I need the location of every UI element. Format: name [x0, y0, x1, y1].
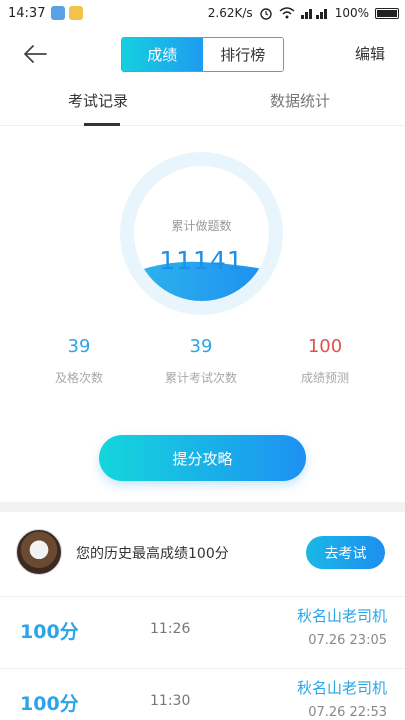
- stat-value: 39: [67, 336, 91, 357]
- alarm-icon: [259, 8, 272, 20]
- back-arrow-icon[interactable]: [20, 39, 50, 69]
- wifi-icon: [279, 7, 295, 19]
- signal-icon: [300, 9, 327, 19]
- battery-icon: [375, 7, 399, 19]
- notification-shield-icon: [51, 6, 66, 20]
- battery-percent: 100%: [334, 6, 369, 20]
- stat-pass-count: 39 及格次数: [24, 336, 134, 386]
- improve-strategy-button[interactable]: 提分攻略: [99, 435, 306, 481]
- summary-card: 累计做题数 11141 39 及格次数 39 累计考试次数 100 成绩预测 提…: [0, 127, 405, 502]
- tab-exam-records[interactable]: 考试记录: [68, 90, 128, 111]
- list-item[interactable]: 100分 11:26 秋名山老司机 07.26 23:05: [0, 596, 405, 668]
- stat-value: 100: [307, 336, 343, 357]
- stat-value: 39: [189, 336, 213, 357]
- edit-button[interactable]: 编辑: [355, 43, 385, 64]
- tab-data-statistics[interactable]: 数据统计: [270, 90, 330, 111]
- record-score: 100分: [20, 693, 79, 715]
- section-divider: [0, 502, 405, 512]
- status-time: 14:37: [8, 5, 46, 21]
- notification-app-icon: [69, 6, 84, 20]
- avatar[interactable]: [16, 529, 62, 575]
- tab-bar: 考试记录 数据统计: [0, 82, 405, 126]
- total-questions-label: 累计做题数: [171, 219, 232, 233]
- stat-exam-count: 39 累计考试次数: [146, 336, 256, 386]
- record-user-name: 秋名山老司机: [296, 679, 387, 697]
- best-score-text: 您的历史最高成绩100分: [76, 546, 229, 562]
- segment-scores[interactable]: 成绩: [122, 38, 203, 71]
- record-date: 07.26 22:53: [308, 705, 387, 720]
- segment-control: 成绩 排行榜: [121, 37, 284, 72]
- nav-bar: 成绩 排行榜 编辑: [0, 26, 405, 82]
- stat-score-prediction: 100 成绩预测: [270, 336, 380, 386]
- take-exam-button[interactable]: 去考试: [306, 536, 385, 569]
- stat-label: 及格次数: [54, 371, 103, 385]
- record-score: 100分: [20, 621, 79, 643]
- stat-label: 成绩预测: [300, 371, 349, 385]
- progress-circle: 累计做题数 11141: [120, 152, 283, 315]
- total-questions-value: 11141: [159, 246, 244, 275]
- status-bar: 14:37 2.62K/s 100%: [0, 0, 405, 26]
- record-duration: 11:30: [150, 693, 191, 709]
- network-speed: 2.62K/s: [207, 6, 253, 20]
- list-item[interactable]: 100分 11:30 秋名山老司机 07.26 22:53: [0, 668, 405, 720]
- segment-ranking[interactable]: 排行榜: [202, 38, 283, 71]
- record-user-name: 秋名山老司机: [296, 607, 387, 625]
- tab-active-indicator: [84, 123, 120, 126]
- record-duration: 11:26: [150, 621, 191, 637]
- stat-label: 累计考试次数: [164, 371, 237, 385]
- best-score-row: 您的历史最高成绩100分 去考试: [0, 512, 405, 596]
- record-date: 07.26 23:05: [308, 633, 387, 648]
- status-right: 2.62K/s 100%: [208, 6, 399, 20]
